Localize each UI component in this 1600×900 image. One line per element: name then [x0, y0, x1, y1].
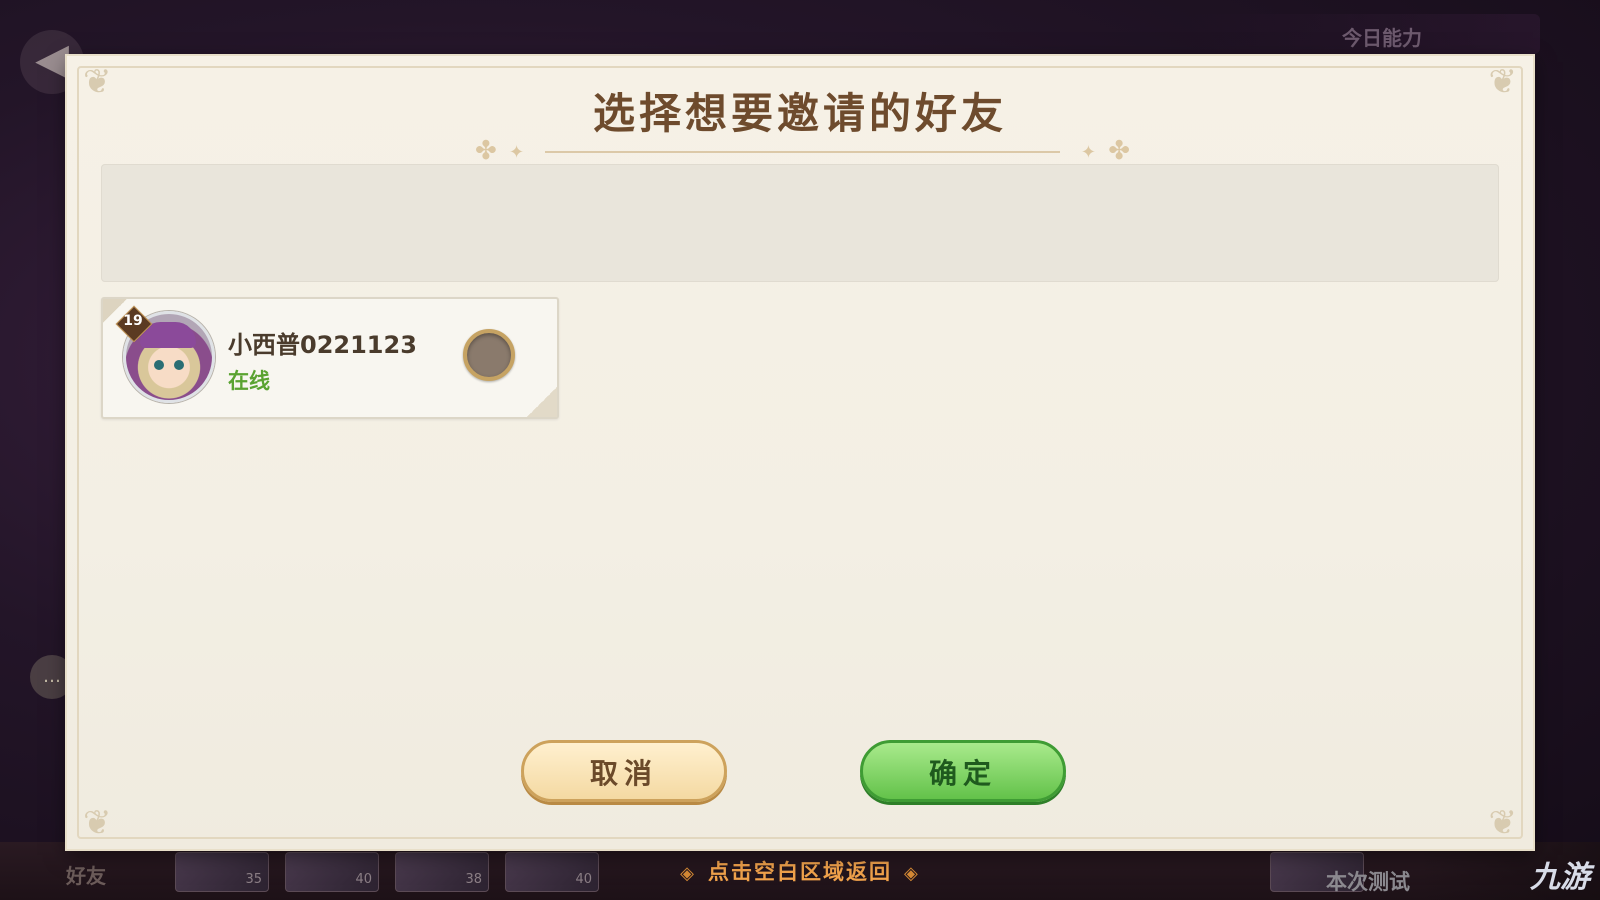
friend-list-item[interactable]: 19 小西普0221123 在线: [101, 297, 559, 419]
divider-line: [545, 151, 1060, 153]
avatar-eye: [154, 360, 164, 370]
corner-ornament-icon: ❦: [83, 803, 112, 843]
friend-select-radio[interactable]: [463, 329, 515, 381]
cancel-button[interactable]: 取消: [521, 740, 727, 802]
dialog-title: 选择想要邀请的好友: [592, 89, 1007, 138]
invite-friend-dialog: ❦ ❦ ❦ ❦ 选择想要邀请的好友 ✤ ✦ ✦ ✤ 19 小西普0221123 …: [67, 56, 1533, 849]
cancel-button-label: 取消: [589, 757, 658, 790]
daily-power-label: 今日能力: [1342, 26, 1422, 50]
title-divider: ✤ ✦ ✦ ✤: [475, 136, 1130, 166]
friend-level: 19: [123, 313, 143, 329]
friend-name: 小西普0221123: [228, 331, 417, 359]
hint-left-ornament-icon: ◈: [680, 863, 696, 884]
hint-text: 点击空白区域返回: [708, 860, 892, 884]
card-corner-ornament: [487, 387, 557, 417]
sparkle-ornament-icon: ✦: [509, 142, 525, 163]
confirm-button[interactable]: 确定: [860, 740, 1066, 802]
confirm-button-label: 确定: [928, 757, 997, 790]
daily-power-bar: 今日能力: [1190, 14, 1540, 54]
clover-ornament-icon: ✤: [475, 136, 497, 166]
avatar-eye: [174, 360, 184, 370]
clover-ornament-icon: ✤: [1108, 136, 1130, 166]
tap-blank-to-return-hint[interactable]: ◈ 点击空白区域返回 ◈: [0, 856, 1600, 886]
corner-ornament-icon: ❦: [1488, 803, 1518, 843]
sparkle-ornament-icon: ✦: [1080, 142, 1096, 163]
friend-search-area[interactable]: [101, 164, 1499, 282]
friend-status: 在线: [228, 369, 270, 393]
hint-right-ornament-icon: ◈: [904, 863, 920, 884]
